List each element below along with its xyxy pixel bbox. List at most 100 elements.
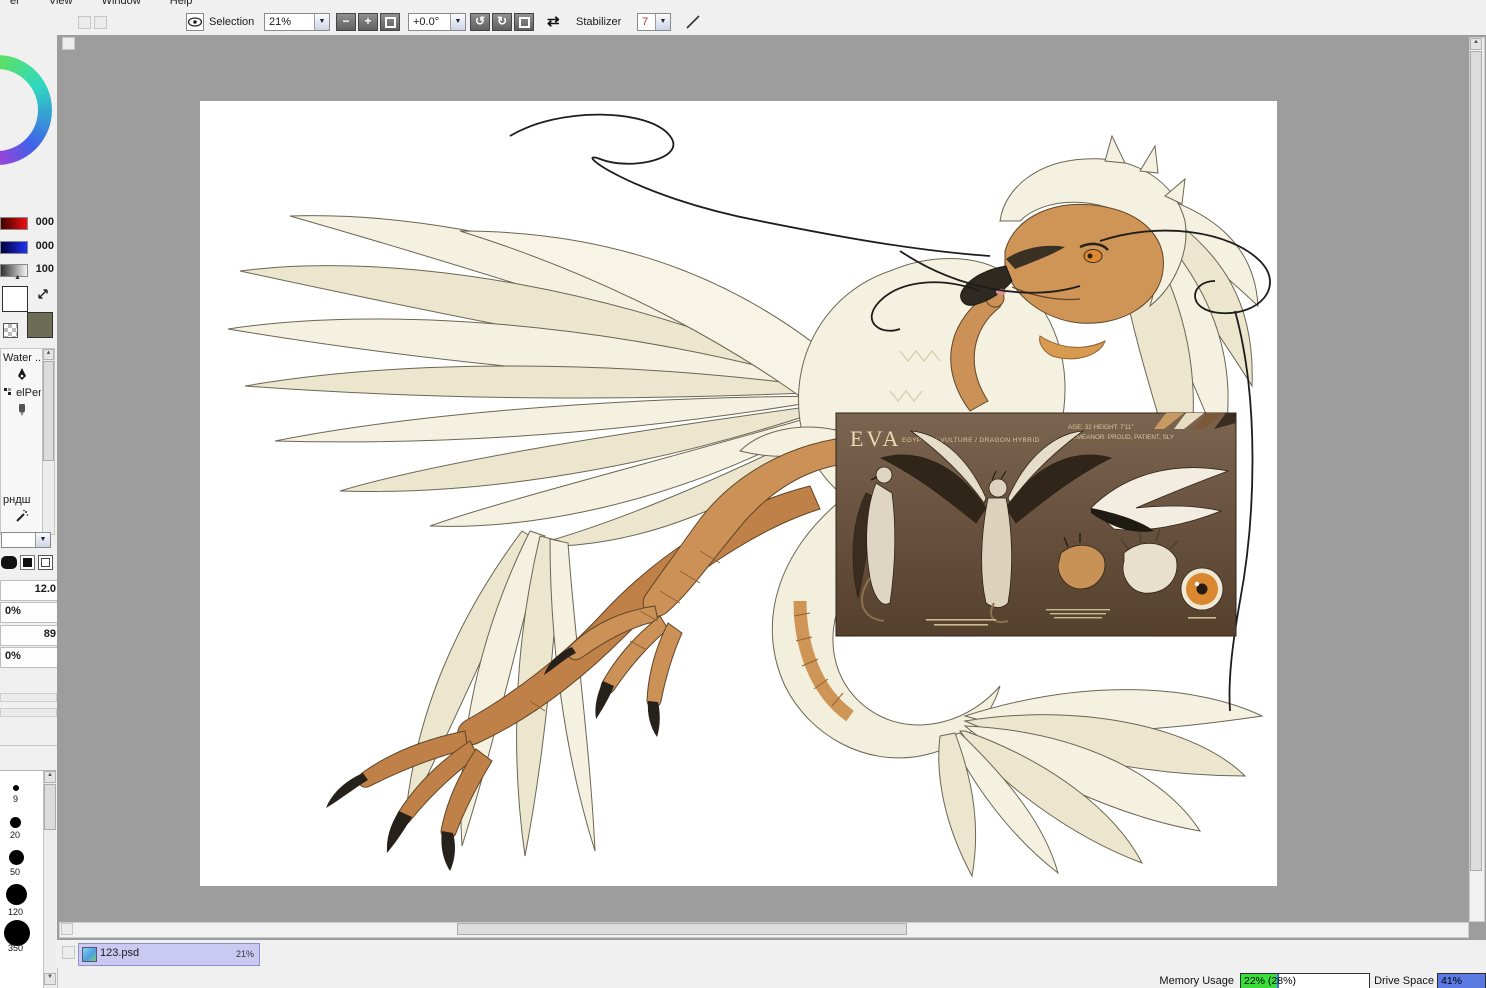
brush-tip-outline[interactable] <box>38 555 53 570</box>
ref-stat-line1: AGE: 32 HEIGHT: 7'11" <box>1068 424 1134 431</box>
tool-item-pencil[interactable]: рндш <box>3 492 41 508</box>
undo-button[interactable] <box>78 16 91 29</box>
tool-list: Water ... elPen рндш <box>0 348 55 535</box>
left-panel: 000 000 ▲ 100 Water ... <box>0 35 58 988</box>
brush-slider[interactable] <box>0 693 57 702</box>
tool-list-scrollbar[interactable]: ▲ <box>42 349 54 534</box>
size-dot-20[interactable] <box>10 817 21 828</box>
color-slider-value[interactable]: ▲ 100 <box>0 263 57 277</box>
toolbar: Selection 21% ▼ − + +0.0° ▼ ↺ ↻ ⇄ Stabil… <box>0 9 1486 36</box>
tab-123-psd[interactable]: 123.psd 21% <box>78 943 260 966</box>
scrollbar-thumb[interactable] <box>43 361 54 461</box>
redo-button[interactable] <box>94 16 107 29</box>
memory-usage-meter: 22% (28%) <box>1240 973 1370 988</box>
scroll-corner-button[interactable] <box>62 37 75 50</box>
red-value: 000 <box>28 216 54 228</box>
color-wheel[interactable] <box>0 55 53 167</box>
rotate-reset-button[interactable] <box>514 13 534 31</box>
rotate-cw-button[interactable]: ↻ <box>492 13 512 31</box>
zoom-in-button[interactable]: + <box>358 13 378 31</box>
chevron-down-icon[interactable]: ▼ <box>35 533 50 547</box>
horizontal-scrollbar[interactable] <box>59 922 1469 938</box>
size-label: 120 <box>8 907 23 917</box>
scrollbar-thumb[interactable] <box>1470 51 1482 871</box>
tab-zoom-level: 21% <box>236 949 254 959</box>
blue-value: 000 <box>28 240 54 252</box>
drive-space-value: 41% <box>1441 975 1462 987</box>
tabbar: 123.psd 21% <box>57 940 1486 968</box>
transparent-color-swatch[interactable] <box>3 323 18 338</box>
color-slider-blue[interactable]: 000 <box>0 240 57 254</box>
drive-space-meter: 41% <box>1437 973 1486 988</box>
zoom-out-button[interactable]: − <box>336 13 356 31</box>
scroll-up-icon[interactable]: ▲ <box>1470 38 1482 50</box>
brush-size-field[interactable]: 12.0 <box>0 580 61 601</box>
blue-slider-bar[interactable] <box>0 241 28 254</box>
scroll-up-icon[interactable]: ▲ <box>44 771 56 783</box>
eye-icon <box>187 14 203 30</box>
menu-item[interactable]: er <box>10 0 20 7</box>
scroll-up-icon[interactable]: ▲ <box>43 349 54 360</box>
brush-preset-combo[interactable]: ▼ <box>1 532 51 548</box>
divider <box>0 745 57 746</box>
airbrush-icon <box>15 509 29 523</box>
size-label: 350 <box>8 943 23 953</box>
menu-item-window[interactable]: Window <box>102 0 141 7</box>
size-dot-120[interactable] <box>6 884 27 905</box>
size-label: 50 <box>10 867 20 877</box>
red-slider-bar[interactable] <box>0 217 28 230</box>
tip-outline <box>41 558 50 567</box>
canvas[interactable]: EVA EGYPTIAN VULTURE / DRAGON HYBRID AGE… <box>200 101 1277 886</box>
size-label: 20 <box>10 830 20 840</box>
size-dot-9[interactable] <box>13 785 19 791</box>
menu-item-help[interactable]: Help <box>170 0 193 7</box>
primary-color-swatch[interactable] <box>2 286 28 312</box>
flip-horizontal-icon[interactable]: ⇄ <box>547 12 560 30</box>
rotate-ccw-button[interactable]: ↺ <box>470 13 490 31</box>
menubar: er View Window Help <box>0 0 1486 9</box>
size-dot-50[interactable] <box>9 850 24 865</box>
square-icon <box>385 17 396 28</box>
brush-tip-round[interactable] <box>1 556 17 569</box>
rotation-combo[interactable]: +0.0° ▼ <box>408 13 466 31</box>
pixel-pen-icon <box>3 387 13 397</box>
slider-marker-icon[interactable]: ▲ <box>14 274 21 281</box>
brush-param-field[interactable]: 0% <box>0 647 61 668</box>
scroll-left-button[interactable] <box>61 923 73 935</box>
vertical-scrollbar[interactable]: ▲ <box>1469 37 1485 922</box>
tool-item-pixelpen[interactable]: elPen <box>3 385 41 401</box>
brush-tip-square[interactable] <box>20 555 35 570</box>
stroke-preview-icon <box>684 13 702 31</box>
secondary-color-swatch[interactable] <box>27 312 53 338</box>
tool-item-water[interactable]: Water ... <box>3 350 41 366</box>
menu-item-view[interactable]: View <box>49 0 73 7</box>
scrollbar-thumb[interactable] <box>457 923 907 935</box>
color-slider-red[interactable]: 000 <box>0 216 57 230</box>
tip-fill <box>23 558 32 567</box>
scrollbar-thumb[interactable] <box>44 784 56 830</box>
tab-nav-button[interactable] <box>62 946 75 959</box>
stabilizer-label: Stabilizer <box>576 9 621 35</box>
memory-usage-value: 22% (28%) <box>1244 975 1296 987</box>
paint-app-window: er View Window Help Selection 21% ▼ − + … <box>0 0 1486 988</box>
swap-colors-icon[interactable] <box>36 287 50 301</box>
memory-usage-label: Memory Usage <box>1159 975 1234 987</box>
chevron-down-icon[interactable]: ▼ <box>655 14 670 30</box>
chevron-down-icon[interactable]: ▼ <box>450 14 465 30</box>
ref-eye-study <box>1181 568 1223 610</box>
brush-tip-row <box>1 555 56 571</box>
size-list-scrollbar[interactable]: ▲ ▼ <box>43 771 56 988</box>
brush-min-size-field[interactable]: 0% <box>0 602 61 623</box>
ref-stat-line2: DEMEANOR: PROUD, PATIENT, SLY <box>1068 434 1175 441</box>
zoom-combo[interactable]: 21% ▼ <box>264 13 330 31</box>
brush-slider[interactable] <box>0 708 57 717</box>
square-icon <box>519 17 530 28</box>
stabilizer-value: 7 <box>642 15 648 30</box>
pen-icon <box>15 367 29 381</box>
stabilizer-combo[interactable]: 7 ▼ <box>637 13 671 31</box>
chevron-down-icon[interactable]: ▼ <box>314 14 329 30</box>
size-label: 9 <box>13 794 18 804</box>
value-value: 100 <box>28 263 54 275</box>
selection-visibility-button[interactable] <box>186 13 204 31</box>
zoom-reset-button[interactable] <box>380 13 400 31</box>
